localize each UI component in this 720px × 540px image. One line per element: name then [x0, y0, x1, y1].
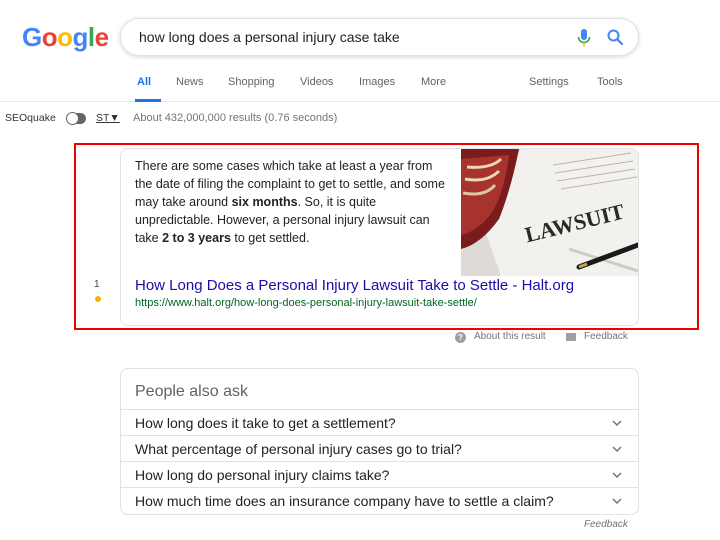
chevron-down-icon[interactable] [612, 496, 622, 506]
tab-news[interactable]: News [176, 76, 204, 88]
feedback-link[interactable]: Feedback [584, 331, 628, 342]
snippet-text-part: to get settled. [230, 231, 310, 245]
paa-question-text: How long does it take to get a settlemen… [135, 415, 396, 431]
about-this-result-link[interactable]: About this result [474, 331, 546, 342]
search-box[interactable] [120, 18, 639, 56]
paa-question-text: How much time does an insurance company … [135, 493, 554, 509]
result-stats: About 432,000,000 results (0.76 seconds) [133, 112, 338, 124]
logo-letter: o [57, 22, 73, 52]
paa-title: People also ask [135, 383, 248, 400]
paa-question-text: How long do personal injury claims take? [135, 467, 390, 483]
paa-question[interactable]: What percentage of personal injury cases… [121, 435, 638, 461]
tab-tools[interactable]: Tools [597, 76, 623, 88]
chevron-down-icon[interactable] [612, 470, 622, 480]
rank-number: 1 [94, 279, 100, 290]
tab-shopping[interactable]: Shopping [228, 76, 275, 88]
paa-question[interactable]: How much time does an insurance company … [121, 487, 638, 513]
snippet-text: There are some cases which take at least… [135, 157, 453, 247]
feedback-icon[interactable] [566, 333, 576, 341]
logo-letter: o [41, 22, 58, 52]
question-icon[interactable]: ? [455, 332, 466, 343]
paa-question[interactable]: How long does it take to get a settlemen… [121, 409, 638, 435]
paa-question[interactable]: How long do personal injury claims take? [121, 461, 638, 487]
tab-more[interactable]: More [421, 76, 446, 88]
search-tabs: All News Shopping Videos Images More Set… [0, 76, 720, 102]
paa-feedback-link[interactable]: Feedback [584, 519, 628, 530]
snippet-bold: 2 to 3 years [162, 231, 231, 245]
tab-settings[interactable]: Settings [529, 76, 569, 88]
search-icon[interactable] [606, 28, 624, 46]
paa-question-text: What percentage of personal injury cases… [135, 441, 462, 457]
chevron-down-icon[interactable] [612, 444, 622, 454]
seoquake-st-dropdown[interactable]: ST▼ [96, 112, 120, 124]
seoquake-toggle[interactable] [66, 112, 86, 125]
rank-dot [95, 296, 101, 302]
people-also-ask: People also ask How long does it take to… [120, 368, 639, 515]
snippet-bold: six months [231, 195, 298, 209]
microphone-icon[interactable] [576, 28, 592, 48]
result-url[interactable]: https://www.halt.org/how-long-does-perso… [135, 297, 477, 309]
lawsuit-image-graphic: LAWSUIT [461, 149, 638, 276]
logo-letter: g [72, 22, 89, 52]
tab-images[interactable]: Images [359, 76, 395, 88]
toggle-knob [66, 112, 79, 125]
logo-letter: e [94, 22, 109, 52]
seoquake-label: SEOquake [5, 112, 56, 124]
tab-all[interactable]: All [137, 76, 151, 88]
tab-videos[interactable]: Videos [300, 76, 333, 88]
search-input[interactable] [139, 19, 559, 55]
chevron-down-icon[interactable] [612, 418, 622, 428]
active-tab-indicator [135, 99, 161, 102]
lawsuit-image[interactable]: LAWSUIT [461, 149, 638, 276]
featured-snippet: There are some cases which take at least… [120, 148, 639, 326]
logo-letter: G [22, 22, 42, 52]
logo-letter: l [87, 22, 95, 52]
google-logo[interactable]: Google [22, 22, 109, 53]
result-title-link[interactable]: How Long Does a Personal Injury Lawsuit … [135, 277, 574, 294]
